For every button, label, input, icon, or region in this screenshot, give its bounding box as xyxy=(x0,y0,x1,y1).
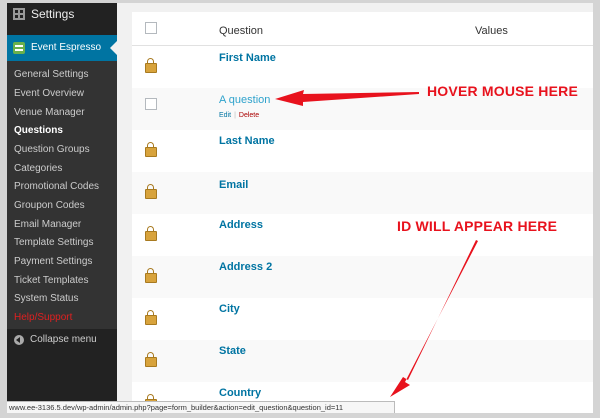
sidebar-item-event-espresso[interactable]: Event Espresso xyxy=(7,35,117,61)
lock-icon xyxy=(145,184,157,199)
sidebar-item-ticket-templates[interactable]: Ticket Templates xyxy=(14,275,88,286)
admin-sidebar: Settings Event Espresso General Settings… xyxy=(7,3,117,413)
lock-icon xyxy=(145,142,157,157)
table-row: City xyxy=(132,298,593,340)
lock-icon xyxy=(145,352,157,367)
question-title[interactable]: Address xyxy=(219,219,263,231)
status-url: www.ee-3136.5.dev/wp-admin/admin.php?pag… xyxy=(9,403,344,412)
sidebar-item-event-overview[interactable]: Event Overview xyxy=(14,88,84,99)
settings-icon xyxy=(13,8,25,20)
table-row: First Name xyxy=(132,46,593,88)
sidebar-item-template-settings[interactable]: Template Settings xyxy=(14,237,94,248)
table-header: Question Values xyxy=(132,12,593,46)
question-title[interactable]: Country xyxy=(219,387,261,399)
sidebar-item-question-groups[interactable]: Question Groups xyxy=(14,144,90,155)
sidebar-item-settings[interactable]: Settings xyxy=(7,3,117,27)
lock-icon xyxy=(145,310,157,325)
table-row: Email xyxy=(132,172,593,214)
question-title[interactable]: City xyxy=(219,303,240,315)
sidebar-item-questions[interactable]: Questions xyxy=(14,125,63,136)
column-header-values: Values xyxy=(475,25,508,37)
sidebar-submenu: General Settings Event Overview Venue Ma… xyxy=(7,61,117,329)
edit-link[interactable]: Edit xyxy=(219,112,231,119)
hover-annotation: HOVER MOUSE HERE xyxy=(427,83,578,99)
table-row: Last Name xyxy=(132,130,593,172)
delete-link[interactable]: Delete xyxy=(239,112,259,119)
table-row: Address 2 xyxy=(132,256,593,298)
row-checkbox[interactable] xyxy=(145,98,157,110)
browser-status-bar: www.ee-3136.5.dev/wp-admin/admin.php?pag… xyxy=(7,401,395,413)
event-espresso-icon xyxy=(13,42,25,54)
table-row: State xyxy=(132,340,593,382)
question-title[interactable]: Email xyxy=(219,179,248,191)
sidebar-item-promotional-codes[interactable]: Promotional Codes xyxy=(14,181,99,192)
lock-icon xyxy=(145,58,157,73)
sidebar-item-help-support[interactable]: Help/Support xyxy=(14,312,72,323)
question-title[interactable]: Last Name xyxy=(219,135,275,147)
active-menu-indicator xyxy=(110,41,117,55)
sidebar-item-label: Settings xyxy=(31,7,75,21)
question-title[interactable]: First Name xyxy=(219,52,276,64)
sidebar-item-payment-settings[interactable]: Payment Settings xyxy=(14,256,92,267)
row-actions: Edit | Delete xyxy=(219,112,259,119)
collapse-menu-label: Collapse menu xyxy=(30,334,97,345)
column-header-question[interactable]: Question xyxy=(219,25,263,37)
sidebar-item-system-status[interactable]: System Status xyxy=(14,293,78,304)
sidebar-item-groupon-codes[interactable]: Groupon Codes xyxy=(14,200,85,211)
question-title[interactable]: A question xyxy=(219,94,270,106)
sidebar-item-email-manager[interactable]: Email Manager xyxy=(14,219,81,230)
sidebar-item-label: Event Espresso xyxy=(31,42,102,53)
questions-table: Question Values First Name A question Ed… xyxy=(132,12,593,413)
question-title[interactable]: State xyxy=(219,345,246,357)
id-annotation: ID WILL APPEAR HERE xyxy=(397,218,558,234)
lock-icon xyxy=(145,268,157,283)
question-title[interactable]: Address 2 xyxy=(219,261,272,273)
collapse-arrow-icon xyxy=(14,335,24,345)
lock-icon xyxy=(145,226,157,241)
collapse-menu-button[interactable]: Collapse menu xyxy=(7,333,117,351)
admin-window: Settings Event Espresso General Settings… xyxy=(7,3,593,413)
select-all-checkbox[interactable] xyxy=(145,22,157,34)
sidebar-item-categories[interactable]: Categories xyxy=(14,163,62,174)
sidebar-item-general-settings[interactable]: General Settings xyxy=(14,69,89,80)
action-separator: | xyxy=(234,112,236,119)
sidebar-item-venue-manager[interactable]: Venue Manager xyxy=(14,107,85,118)
